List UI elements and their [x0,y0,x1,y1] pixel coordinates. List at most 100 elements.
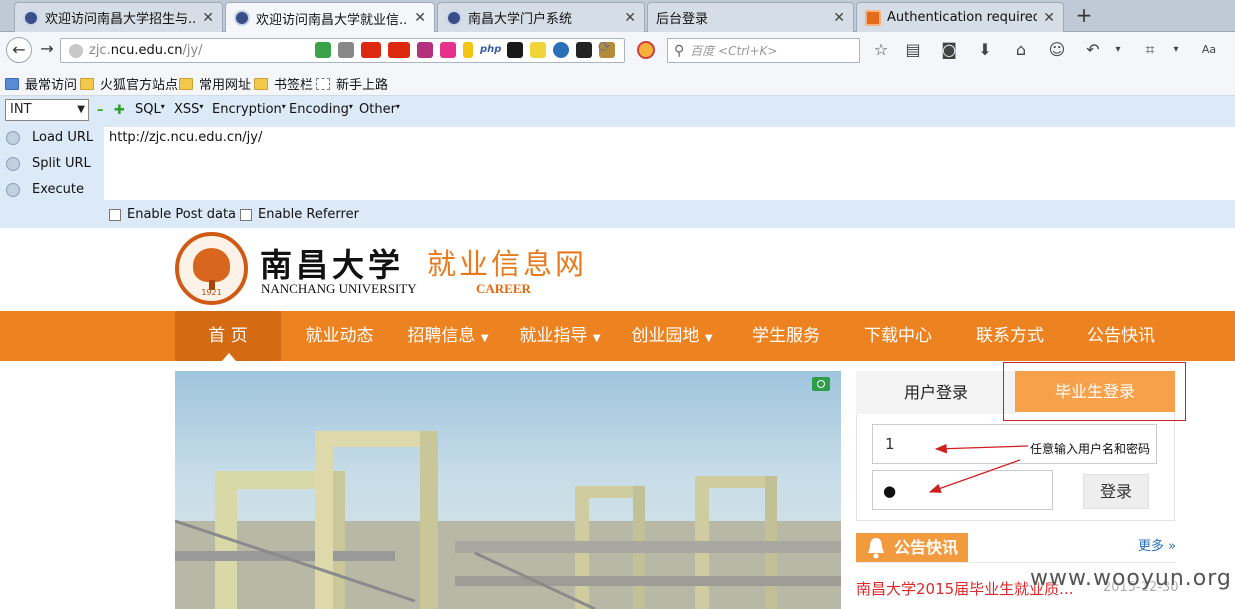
pink-block-icon[interactable] [440,42,456,58]
warning-favicon-icon [865,9,881,26]
x-icon[interactable] [530,42,546,58]
menu-downloads[interactable]: 下载中心 [852,311,944,361]
undo-icon[interactable]: ↶ [1083,40,1103,60]
highlight-annotation-box [1003,362,1186,421]
menu-entrepreneurship[interactable]: 创业园地 ▼ [622,311,722,361]
chevron-down-icon: ▼ [480,333,489,344]
browser-tab-admissions[interactable]: 欢迎访问南昌大学招生与... ✕ [14,2,223,32]
crop-icon[interactable]: ⌗ [1140,40,1160,60]
qr-code-icon[interactable] [338,42,354,58]
browser-tab-career[interactable]: 欢迎访问南昌大学就业信... ✕ [225,2,435,33]
enable-post-data-checkbox[interactable]: Enable Post data [109,207,236,222]
menu-encryption[interactable]: Encryption▾ [212,102,286,117]
php-icon[interactable]: php [480,42,501,58]
increase-icon[interactable]: ✚ [114,103,125,118]
block-icon[interactable] [637,41,655,59]
menu-announcements[interactable]: 公告快讯 [1075,311,1167,361]
tab-label: 南昌大学门户系统 [468,12,573,27]
close-icon[interactable]: ✕ [202,10,214,26]
login-button[interactable]: 登录 [1083,474,1149,509]
url-textarea[interactable]: http://zjc.ncu.edu.cn/jy/ [104,127,1235,200]
menu-recruitment[interactable]: 招聘信息 ▼ [398,311,498,361]
bookmark-getting-started[interactable]: 新手上路 [316,74,388,93]
site-subtitle: CAREER [476,281,531,296]
menu-student-services[interactable]: 学生服务 [740,311,832,361]
search-placeholder: 百度 <Ctrl+K> [690,44,778,58]
menu-label: Other [359,102,396,117]
bookmark-firefox-site[interactable]: 火狐官方站点 [80,74,178,93]
seal-year: 1921 [201,288,222,297]
hackbar-icon[interactable] [417,42,433,58]
divider [856,562,1175,563]
menu-xss[interactable]: XSS▾ [174,102,203,117]
more-link[interactable]: 更多 » [1138,535,1176,554]
menu-career-guidance[interactable]: 就业指导 ▼ [510,311,610,361]
checkbox-box[interactable] [109,208,121,221]
chevron-down-icon: ▼ [77,104,85,115]
chevron-down-icon: ▼ [592,333,601,344]
close-icon[interactable]: ✕ [414,10,426,26]
camera-icon[interactable] [812,377,830,391]
smiley-icon[interactable]: ☺ [1047,40,1067,60]
new-tab-button[interactable]: + [1070,2,1098,30]
bookmark-common-urls[interactable]: 常用网址 [179,74,251,93]
tab-user-login[interactable]: 用户登录 [856,371,1016,414]
home-icon[interactable]: ⌂ [1011,40,1031,60]
menu-label: XSS [174,102,200,117]
search-icon: ⚲ [674,42,685,59]
browser-tab-portal[interactable]: 南昌大学门户系统 ✕ [437,2,645,32]
decrease-icon[interactable]: – [97,103,104,118]
chevron-down-icon[interactable]: ▾ [1108,40,1128,60]
globe-icon [69,43,83,58]
split-url-button[interactable]: Split URL [6,156,91,171]
reload-icon[interactable]: ⟳ [598,38,611,56]
password-field[interactable]: ● [872,470,1053,510]
type-select[interactable]: INT ▼ [5,99,89,121]
site-header: 1921 南昌大学 NANCHANG UNIVERSITY 就业信息网 CARE… [0,228,1235,311]
back-button[interactable]: ← [6,37,32,63]
page-icon [316,77,330,90]
menu-other[interactable]: Other▾ [359,102,400,117]
menu-encoding[interactable]: Encoding▾ [289,102,353,117]
university-name-cn: 南昌大学 [260,246,405,284]
checkbox-label: Enable Post data [127,207,237,222]
menu-label: Encoding [289,102,349,117]
bookmark-most-visited[interactable]: 最常访问 [5,74,77,93]
china-flag-icon[interactable] [388,42,410,58]
browser-tab-admin-login[interactable]: 后台登录 ✕ [647,2,854,32]
star-icon [5,77,19,90]
bookmark-star-icon[interactable]: ☆ [871,40,891,60]
annotation-note: 任意输入用户名和密码 [1030,440,1151,457]
close-icon[interactable]: ✕ [624,10,636,26]
reader-view-icon[interactable]: Aa [1199,40,1219,60]
close-icon[interactable]: ✕ [833,10,845,26]
menu-employment-news[interactable]: 就业动态 [293,311,386,361]
forward-button[interactable]: → [34,37,60,63]
chevron-down-icon[interactable]: ▾ [1166,40,1186,60]
browser-tab-auth-required[interactable]: Authentication required! ✕ [856,2,1064,32]
action-label: Execute [32,182,84,197]
execute-button[interactable]: Execute [6,182,84,197]
china-flag-icon[interactable] [361,42,381,58]
enable-referrer-checkbox[interactable]: Enable Referrer [240,207,359,222]
menu-label: 招聘信息 [407,326,476,346]
lock-icon[interactable] [463,42,473,58]
pocket-icon[interactable]: ◙ [939,40,959,60]
load-url-button[interactable]: Load URL [6,130,93,145]
hackbar-panel: INT ▼ – ✚ SQL▾ XSS▾ Encryption▾ Encoding▾… [0,96,1235,228]
site-favicon-icon [234,10,250,26]
download-icon[interactable]: ⬇ [975,40,995,60]
b-icon[interactable] [507,42,523,58]
checkbox-box[interactable] [240,208,252,221]
menu-contact[interactable]: 联系方式 [964,311,1056,361]
bookmark-bar-folder[interactable]: 书签栏 [254,74,313,93]
image-icon[interactable] [576,42,592,58]
menu-sql[interactable]: SQL▾ [135,102,165,117]
campus-banner-image[interactable] [175,371,841,609]
reading-list-icon[interactable]: ▤ [903,40,923,60]
university-seal-logo[interactable]: 1921 [175,232,248,305]
search-bar[interactable]: ⚲ 百度 <Ctrl+K> [667,38,860,63]
shield-icon[interactable] [315,42,331,58]
moon-icon[interactable] [553,42,569,58]
close-icon[interactable]: ✕ [1043,10,1055,26]
